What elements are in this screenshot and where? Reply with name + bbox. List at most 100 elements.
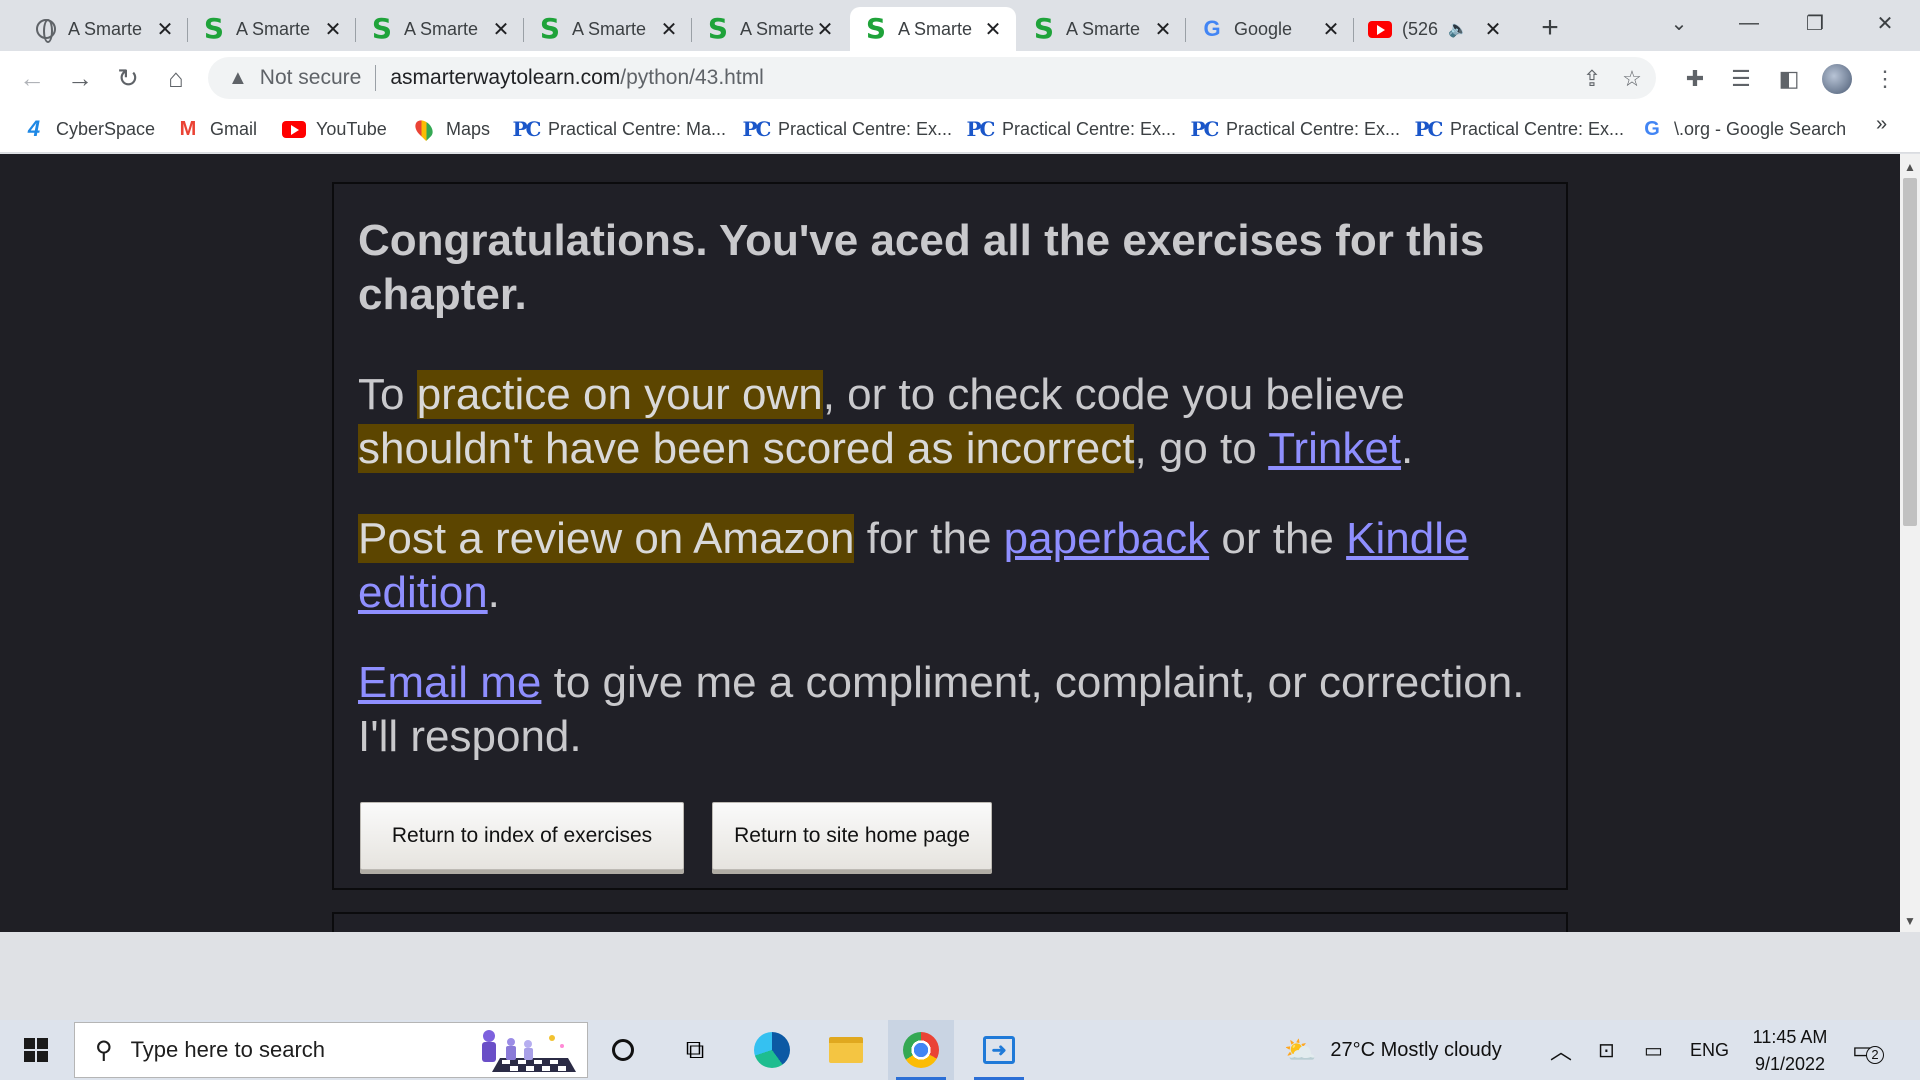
close-icon[interactable]: ✕ xyxy=(1320,18,1342,41)
minimize-button[interactable]: — xyxy=(1724,6,1774,40)
youtube-icon xyxy=(1368,17,1392,41)
close-icon[interactable]: ✕ xyxy=(814,18,836,41)
bookmark-gmail[interactable]: M Gmail xyxy=(176,115,257,143)
edge-icon xyxy=(752,1030,792,1070)
email-me-link[interactable]: Email me xyxy=(358,658,541,707)
menu-kebab-icon[interactable]: ⋮ xyxy=(1870,64,1900,94)
windows-logo-icon xyxy=(24,1038,48,1062)
chrome-taskbar-button[interactable] xyxy=(888,1020,954,1080)
close-window-button[interactable]: ✕ xyxy=(1860,6,1910,40)
bookmarks-overflow-icon[interactable]: » xyxy=(1876,113,1887,136)
bookmark-maps[interactable]: Maps xyxy=(411,115,490,143)
side-panel-icon[interactable]: ◧ xyxy=(1774,64,1804,94)
battery-icon[interactable]: ▭ xyxy=(1644,1020,1663,1080)
tab-2[interactable]: S A Smarte ✕ xyxy=(188,7,356,51)
close-icon[interactable]: ✕ xyxy=(1482,18,1504,41)
notification-center-button[interactable]: ▭ 2 xyxy=(1852,1020,1884,1080)
bookmark-label: Practical Centre: Ex... xyxy=(778,118,953,139)
new-tab-button[interactable]: + xyxy=(1532,10,1568,46)
warning-icon[interactable]: ▲ xyxy=(228,67,248,90)
tab-6-active[interactable]: S A Smarte ✕ xyxy=(850,7,1016,51)
address-bar[interactable]: ▲ Not secure asmarterwaytolearn.com/pyth… xyxy=(208,57,1656,99)
close-icon[interactable]: ✕ xyxy=(490,18,512,41)
file-explorer-taskbar-button[interactable] xyxy=(816,1020,876,1080)
return-to-index-button[interactable]: Return to index of exercises xyxy=(360,802,684,870)
reload-button[interactable]: ↻ xyxy=(110,60,146,96)
google-logo-text: G xyxy=(1203,16,1221,41)
tab-3[interactable]: S A Smarte ✕ xyxy=(356,7,524,51)
pc-logo-text: PC xyxy=(512,117,542,141)
tab-8[interactable]: G Google ✕ xyxy=(1186,7,1354,51)
tab-1[interactable]: A Smarte ✕ xyxy=(20,7,188,51)
practice-paragraph: To practice on your own, or to check cod… xyxy=(358,368,1548,476)
maps-icon xyxy=(411,116,437,142)
pc-icon: PC xyxy=(512,117,542,141)
pc-logo-text: PC xyxy=(1190,117,1220,141)
tab-9[interactable]: (526 🔈 ✕ xyxy=(1354,7,1516,51)
search-icon: ⚲ xyxy=(95,1036,113,1064)
pc-icon: PC xyxy=(967,117,996,141)
tab-search-chevron-icon[interactable]: ⌄ xyxy=(1654,6,1704,40)
tray-overflow-chevron-icon[interactable]: ︿ xyxy=(1550,1020,1572,1080)
bookmark-youtube[interactable]: YouTube xyxy=(282,115,387,143)
language-indicator[interactable]: ENG xyxy=(1690,1020,1729,1080)
speaker-icon[interactable]: 🔈 xyxy=(1448,19,1468,39)
bookmark-practical-centre-5[interactable]: PC Practical Centre: Ex... xyxy=(1415,115,1625,143)
browser-toolbar: ← → ↻ ⌂ ▲ Not secure asmarterwaytolearn.… xyxy=(0,51,1920,105)
profile-avatar[interactable] xyxy=(1822,64,1852,94)
google-icon: G xyxy=(1200,16,1224,41)
tab-title: A Smarte xyxy=(572,18,647,39)
text: , or to check code you believe xyxy=(822,370,1405,419)
return-to-home-button[interactable]: Return to site home page xyxy=(712,802,992,870)
s-logo-text: S xyxy=(539,12,561,45)
paperback-link[interactable]: paperback xyxy=(1004,514,1209,563)
folder-icon xyxy=(826,1030,866,1070)
chess-pieces-search-art xyxy=(482,1030,576,1072)
restore-button[interactable]: ❐ xyxy=(1790,6,1840,40)
media-control-icon[interactable]: ☰ xyxy=(1726,64,1756,94)
extensions-puzzle-icon[interactable]: ✚ xyxy=(1680,64,1710,94)
close-icon[interactable]: ✕ xyxy=(1152,18,1174,41)
scroll-down-arrow-icon[interactable]: ▼ xyxy=(1904,914,1916,928)
weather-widget[interactable]: ⛅ 27°C Mostly cloudy xyxy=(1284,1020,1502,1080)
trinket-link[interactable]: Trinket xyxy=(1268,424,1401,473)
bookmark-star-icon[interactable]: ☆ xyxy=(1618,65,1646,93)
bookmark-practical-centre-4[interactable]: PC Practical Centre: Ex... xyxy=(1190,115,1401,143)
close-icon[interactable]: ✕ xyxy=(658,18,680,41)
s-logo-icon: S xyxy=(706,15,730,43)
task-view-button[interactable]: ⧉ xyxy=(668,1020,722,1080)
cyberspace-logo-text: 4 xyxy=(27,116,41,141)
tab-title: A Smarte xyxy=(898,18,973,39)
s-logo-text: S xyxy=(865,12,887,45)
edge-taskbar-button[interactable] xyxy=(742,1020,802,1080)
system-clock[interactable]: 11:45 AM 9/1/2022 xyxy=(1740,1024,1840,1078)
bookmark-practical-centre-1[interactable]: PC Practical Centre: Ma... xyxy=(512,115,727,143)
remote-app-taskbar-button[interactable]: ➜ xyxy=(966,1020,1032,1080)
tab-5[interactable]: S A Smarte ✕ xyxy=(692,7,848,51)
tab-4[interactable]: S A Smarte ✕ xyxy=(524,7,692,51)
share-icon[interactable]: ⇪ xyxy=(1578,65,1606,93)
close-icon[interactable]: ✕ xyxy=(154,18,176,41)
scroll-thumb[interactable] xyxy=(1903,178,1917,526)
bookmark-label: Practical Centre: Ex... xyxy=(1226,118,1401,139)
bookmark-practical-centre-3[interactable]: PC Practical Centre: Ex... xyxy=(967,115,1177,143)
bookmark-google-search[interactable]: G \.org - Google Search xyxy=(1640,115,1846,143)
back-button[interactable]: ← xyxy=(14,60,50,96)
cortana-button[interactable] xyxy=(598,1020,648,1080)
scroll-up-arrow-icon[interactable]: ▲ xyxy=(1904,160,1916,174)
home-button[interactable]: ⌂ xyxy=(158,60,194,96)
security-label[interactable]: Not secure xyxy=(260,66,362,90)
bookmark-label: Practical Centre: Ex... xyxy=(1002,118,1177,139)
close-icon[interactable]: ✕ xyxy=(982,18,1004,41)
start-button[interactable] xyxy=(0,1020,72,1080)
text: or the xyxy=(1209,514,1347,563)
meet-now-icon[interactable]: ⊡ xyxy=(1598,1020,1615,1080)
close-icon[interactable]: ✕ xyxy=(322,18,344,41)
bookmark-cyberspace[interactable]: 4 CyberSpace xyxy=(22,115,155,143)
page-scrollbar[interactable]: ▲ ▼ xyxy=(1900,154,1920,932)
text: To xyxy=(358,370,417,419)
forward-button[interactable]: → xyxy=(62,60,98,96)
bookmark-practical-centre-2[interactable]: PC Practical Centre: Ex... xyxy=(743,115,953,143)
s-logo-icon: S xyxy=(370,15,394,43)
tab-7[interactable]: S A Smarte ✕ xyxy=(1018,7,1186,51)
